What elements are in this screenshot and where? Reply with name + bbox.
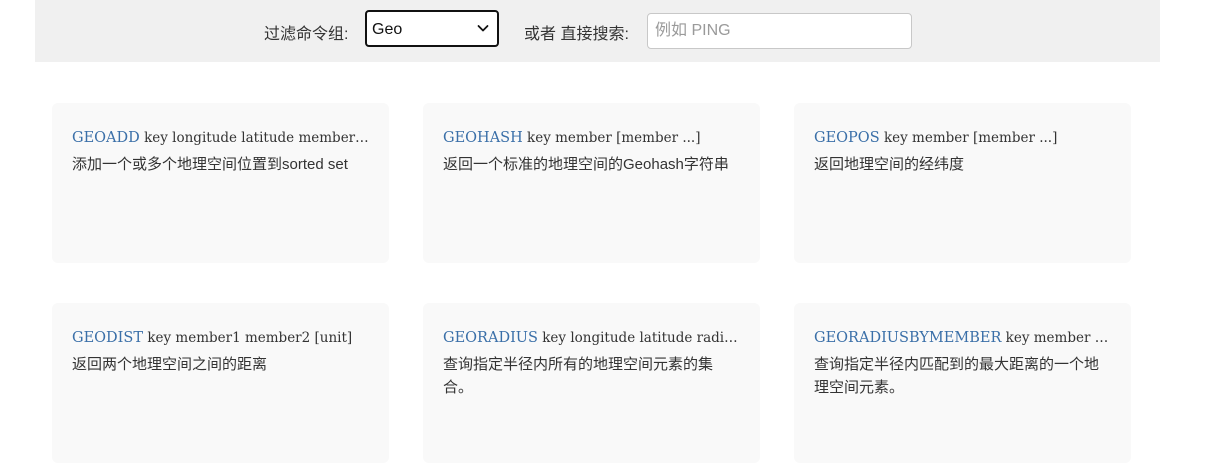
command-card-georadius[interactable]: GEORADIUS key longitude latitude radius …	[423, 303, 760, 463]
command-args: key longitude latitude member [longitude…	[144, 130, 369, 146]
command-signature: GEOPOS key member [member ...]	[814, 128, 1111, 148]
command-args: key member1 member2 [unit]	[147, 330, 353, 346]
search-input[interactable]	[647, 13, 912, 49]
command-name: GEORADIUSBYMEMBER	[814, 330, 1002, 346]
command-name: GEODIST	[72, 330, 144, 346]
command-name: GEOHASH	[443, 130, 523, 146]
command-signature: GEORADIUS key longitude latitude radius …	[443, 328, 740, 348]
filter-bar: 过滤命令组: Geo 或者 直接搜索:	[35, 0, 1160, 62]
group-select[interactable]: Geo	[365, 10, 499, 47]
command-signature: GEOADD key longitude latitude member [lo…	[72, 128, 369, 148]
command-card-geohash[interactable]: GEOHASH key member [member ...] 返回一个标准的地…	[423, 103, 760, 263]
command-description: 查询指定半径内匹配到的最大距离的一个地理空间元素。	[814, 356, 1100, 396]
command-card-geopos[interactable]: GEOPOS key member [member ...] 返回地理空间的经纬…	[794, 103, 1131, 263]
command-card-geodist[interactable]: GEODIST key member1 member2 [unit] 返回两个地…	[52, 303, 389, 463]
command-args: key member [member ...]	[527, 130, 701, 146]
command-card-geoadd[interactable]: GEOADD key longitude latitude member [lo…	[52, 103, 389, 263]
group-filter-label: 过滤命令组:	[264, 26, 349, 43]
command-description: 返回两个地理空间之间的距离	[72, 356, 268, 373]
command-name: GEORADIUS	[443, 330, 538, 346]
command-args: key longitude latitude radius m|km|ft|mi…	[542, 330, 740, 346]
command-description: 添加一个或多个地理空间位置到sorted set	[72, 156, 348, 173]
command-signature: GEOHASH key member [member ...]	[443, 128, 740, 148]
command-description: 查询指定半径内所有的地理空间元素的集合。	[443, 356, 714, 396]
search-label: 或者 直接搜索:	[524, 26, 629, 43]
command-description: 返回一个标准的地理空间的Geohash字符串	[443, 156, 729, 173]
command-signature: GEODIST key member1 member2 [unit]	[72, 328, 369, 348]
command-name: GEOPOS	[814, 130, 880, 146]
command-args: key member radius m|km|ft|mi [WITHCOORD]…	[1005, 330, 1111, 346]
command-description: 返回地理空间的经纬度	[814, 156, 965, 173]
chevron-down-icon	[477, 25, 489, 32]
group-select-value: Geo	[372, 21, 403, 38]
command-signature: GEORADIUSBYMEMBER key member radius m|km…	[814, 328, 1111, 348]
command-args: key member [member ...]	[883, 130, 1058, 146]
command-card-georadiusbymember[interactable]: GEORADIUSBYMEMBER key member radius m|km…	[794, 303, 1131, 463]
command-name: GEOADD	[72, 130, 140, 146]
